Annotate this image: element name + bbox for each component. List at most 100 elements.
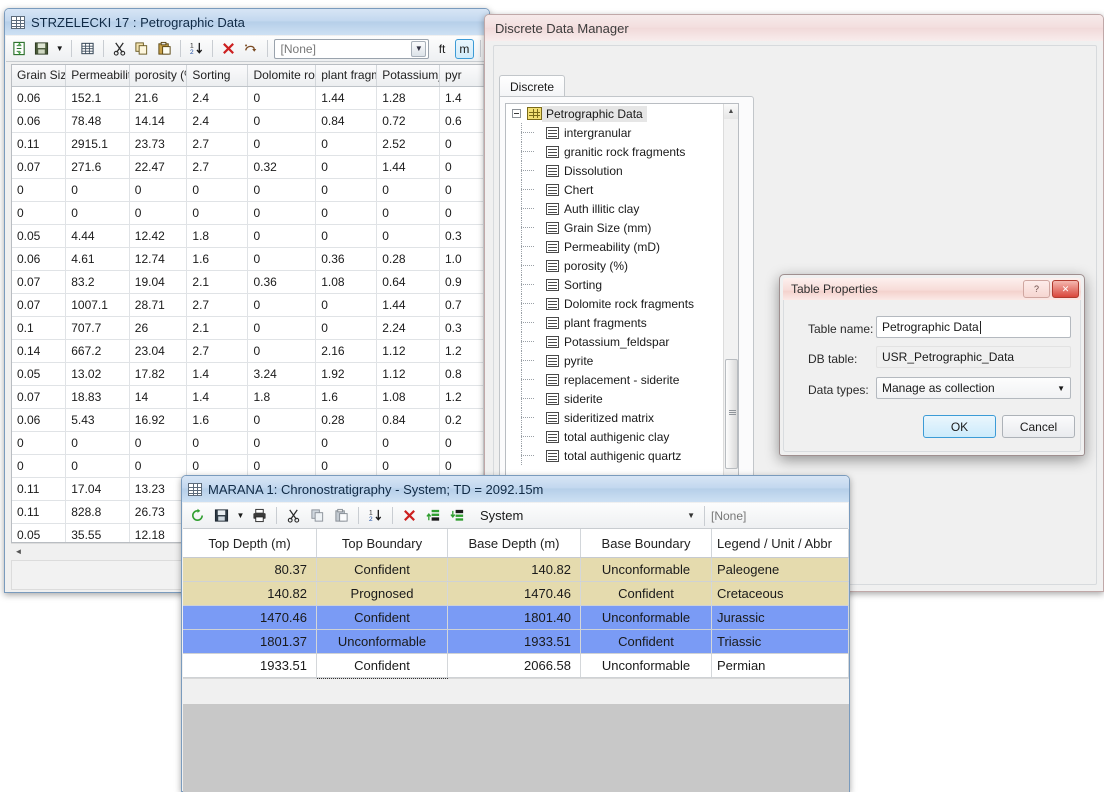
table-cell[interactable]: 0 <box>377 455 440 477</box>
table-cell[interactable]: 2915.1 <box>66 133 130 155</box>
petrographic-filter-combo[interactable]: [None] ▼ <box>273 38 430 59</box>
table-cell[interactable]: 0 <box>130 432 188 454</box>
table-cell[interactable]: 1.4 <box>187 386 249 408</box>
petrographic-data-grid[interactable]: Grain Size (Permeabilitporosity (%Sortin… <box>11 64 485 543</box>
tree-item[interactable]: Dolomite rock fragments <box>506 294 738 313</box>
table-cell[interactable]: 23.73 <box>130 133 188 155</box>
table-cell[interactable]: 19.04 <box>130 271 188 293</box>
table-cell[interactable]: 0 <box>248 133 317 155</box>
table-row[interactable]: 1801.37 Unconformable 1933.51 Confident Tria… <box>183 630 849 654</box>
table-row[interactable]: 0.11 2915.1 23.73 2.7 0 0 2.52 0 <box>12 133 484 156</box>
table-cell[interactable]: 0 <box>248 248 317 270</box>
table-cell[interactable]: 271.6 <box>66 156 130 178</box>
table-cell[interactable]: 2085.83 <box>448 678 581 679</box>
table-cell[interactable]: 140.82 <box>183 582 317 605</box>
table-cell[interactable]: 0 <box>316 294 378 316</box>
insert-row-below-icon[interactable] <box>447 505 468 526</box>
chevron-down-icon[interactable]: ▼ <box>411 40 427 57</box>
column-header[interactable]: Potassium_ <box>377 65 440 86</box>
table-cell[interactable]: 13.02 <box>66 363 130 385</box>
sort-ascending-icon[interactable]: 12 <box>365 505 386 526</box>
table-cell[interactable]: 2066.58 <box>448 654 581 677</box>
table-cell[interactable]: 0.11 <box>12 478 67 500</box>
table-cell[interactable]: 1.6 <box>187 248 249 270</box>
table-cell[interactable]: 22.47 <box>130 156 188 178</box>
table-icon[interactable] <box>78 38 97 59</box>
table-cell[interactable]: 0 <box>187 432 249 454</box>
table-cell[interactable]: 16.92 <box>130 409 188 431</box>
table-cell[interactable]: 0 <box>12 202 67 224</box>
close-icon[interactable]: ✕ <box>1052 280 1079 298</box>
table-cell[interactable]: 2.16 <box>316 340 378 362</box>
table-cell[interactable]: 0 <box>248 317 317 339</box>
table-cell[interactable]: 2.7 <box>187 294 249 316</box>
table-cell[interactable]: 0 <box>316 202 378 224</box>
column-header[interactable]: Permeabilit <box>66 65 130 86</box>
table-cell[interactable]: 3.24 <box>248 363 317 385</box>
table-cell[interactable]: 17.04 <box>66 478 130 500</box>
table-cell[interactable]: 0.72 <box>377 110 440 132</box>
table-cell[interactable]: 0 <box>316 133 378 155</box>
table-cell[interactable]: Confident <box>581 630 712 653</box>
table-cell[interactable]: Confident <box>317 678 448 679</box>
table-cell[interactable]: 0 <box>440 455 484 477</box>
marana-filter-combo[interactable]: [None] <box>704 505 844 526</box>
table-cell[interactable]: 21.6 <box>130 87 188 109</box>
table-cell[interactable]: 0.3 <box>440 225 484 247</box>
table-cell[interactable]: Cretaceous <box>712 582 849 605</box>
column-header[interactable]: Legend / Unit / Abbr <box>712 529 849 557</box>
table-cell[interactable]: 0 <box>66 202 130 224</box>
table-cell[interactable]: 0 <box>316 317 378 339</box>
table-cell[interactable]: 0 <box>248 409 317 431</box>
unit-m-button[interactable]: m <box>454 38 474 59</box>
column-header[interactable]: porosity (% <box>130 65 188 86</box>
table-cell[interactable]: 12.42 <box>130 225 188 247</box>
table-cell[interactable]: 0.28 <box>377 248 440 270</box>
table-cell[interactable]: 0.07 <box>12 294 67 316</box>
table-cell[interactable]: 1.0 <box>440 248 484 270</box>
table-row[interactable]: 0.05 13.02 17.82 1.4 3.24 1.92 1.12 0.8 <box>12 363 484 386</box>
table-cell[interactable]: 0 <box>248 340 317 362</box>
tree-item[interactable]: granitic rock fragments <box>506 142 738 161</box>
table-cell[interactable]: Paleogene <box>712 558 849 581</box>
table-cell[interactable]: Unconformable <box>581 558 712 581</box>
table-cell[interactable]: 0.36 <box>248 271 317 293</box>
tree-item[interactable]: siderite <box>506 389 738 408</box>
table-cell[interactable]: 0.05 <box>12 363 67 385</box>
table-cell[interactable]: 12.74 <box>130 248 188 270</box>
column-header[interactable]: Top Boundary <box>317 529 448 557</box>
column-header[interactable]: Base Depth (m) <box>448 529 581 557</box>
table-cell[interactable]: 152.1 <box>66 87 130 109</box>
table-cell[interactable]: 0.1 <box>12 317 67 339</box>
table-row[interactable]: 00000000 <box>12 179 484 202</box>
table-row[interactable]: 0.14 667.2 23.04 2.7 0 2.16 1.12 1.2 <box>12 340 484 363</box>
tree-item[interactable]: Permeability (mD) <box>506 237 738 256</box>
unit-ft-button[interactable]: ft <box>432 39 451 59</box>
tree-item[interactable]: Auth illitic clay <box>506 199 738 218</box>
data-types-select[interactable]: Manage as collection ▼ <box>876 377 1071 399</box>
table-cell[interactable]: 2.4 <box>187 110 249 132</box>
table-cell[interactable]: 28.71 <box>130 294 188 316</box>
table-row[interactable]: 0.1 707.7 26 2.1 0 0 2.24 0.3 <box>12 317 484 340</box>
table-cell[interactable]: 2.4 <box>187 87 249 109</box>
table-cell[interactable]: 0.05 <box>12 225 67 247</box>
table-cell[interactable]: 1801.37 <box>183 630 317 653</box>
table-cell[interactable]: 0.8 <box>440 363 484 385</box>
copy-icon[interactable] <box>307 505 328 526</box>
paste-icon[interactable] <box>331 505 352 526</box>
petrographic-titlebar[interactable]: STRZELECKI 17 : Petrographic Data <box>5 9 489 35</box>
table-properties-cancel-button[interactable]: Cancel <box>1002 415 1075 438</box>
table-cell[interactable]: 1.4 <box>440 87 484 109</box>
table-cell[interactable]: 2085.83 <box>183 678 317 679</box>
table-properties-titlebar[interactable]: Table Properties ? ✕ <box>783 278 1081 300</box>
table-cell[interactable]: 0 <box>377 179 440 201</box>
tree-item[interactable]: Chert <box>506 180 738 199</box>
table-cell[interactable]: 1.44 <box>316 87 378 109</box>
table-cell[interactable]: 0 <box>130 455 188 477</box>
help-question-icon[interactable]: ? <box>1023 280 1050 298</box>
table-cell[interactable]: 0.06 <box>12 248 67 270</box>
table-cell[interactable]: 0.11 <box>12 501 67 523</box>
table-row[interactable]: 0.07 83.2 19.04 2.1 0.36 1.08 0.64 0.9 <box>12 271 484 294</box>
marana-system-combo[interactable]: System ▼ <box>480 506 701 526</box>
paste-icon[interactable] <box>155 38 174 59</box>
